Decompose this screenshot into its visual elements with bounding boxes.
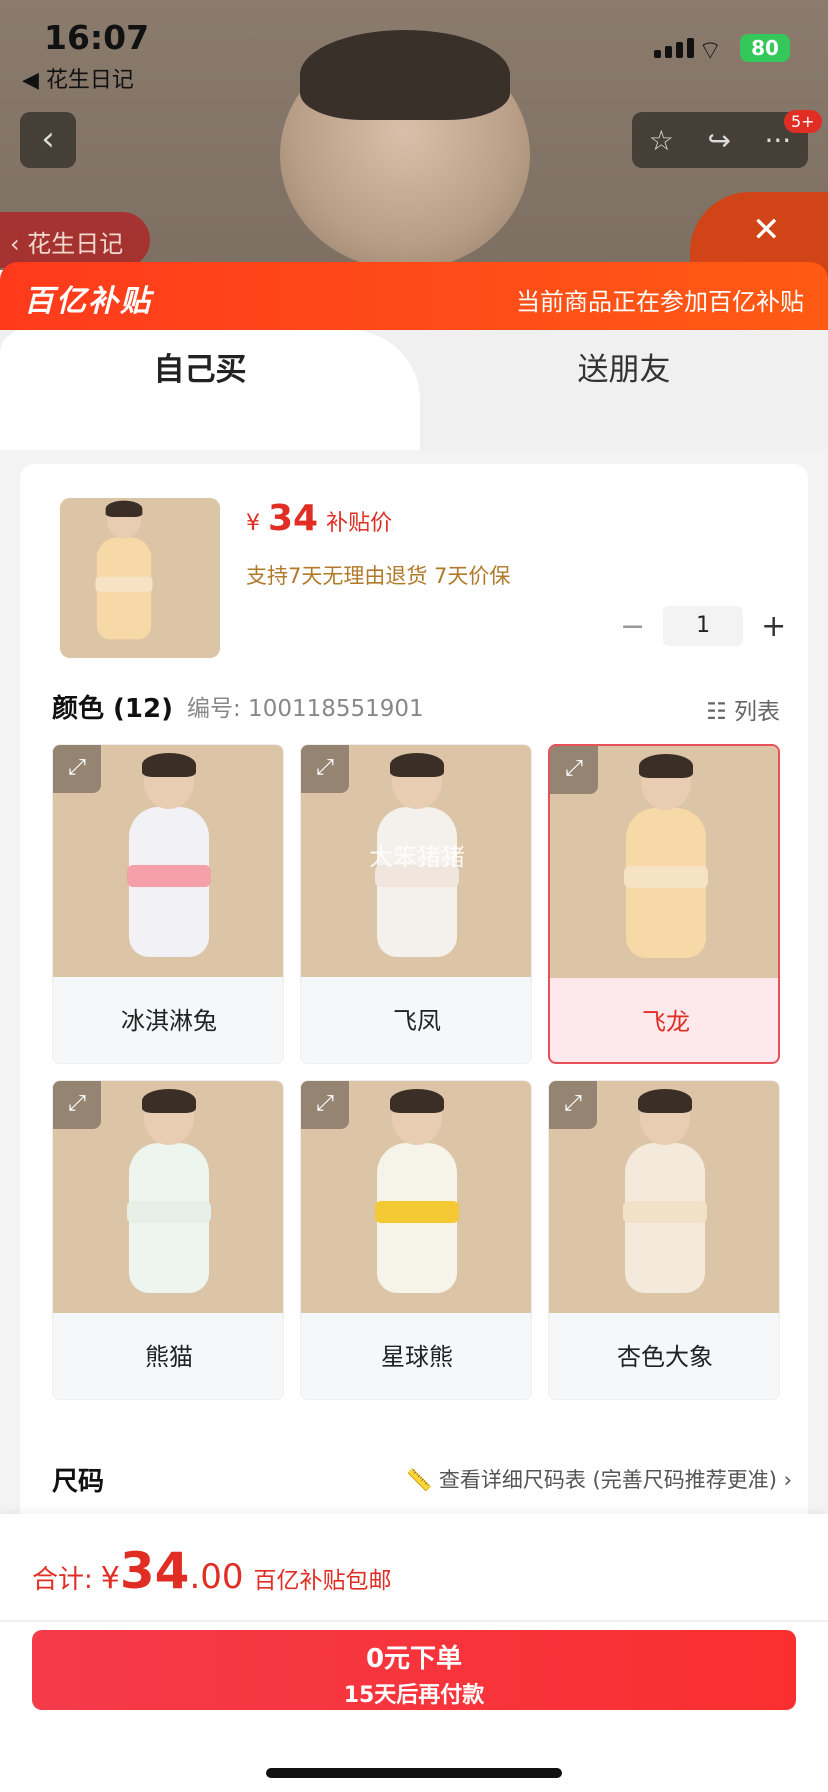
checkout-bar: 合计: ¥ 34 .00 百亿补贴包邮 0元下单 15天后再付款 [0,1514,828,1792]
size-chart-link[interactable]: 📏 查看详细尺码表 (完善尺码推荐更准) › [406,1464,792,1494]
quantity-stepper: − 1 + [620,606,786,646]
status-time: 16:07 [44,18,150,57]
subsidy-logo: 百亿补贴 [24,284,152,319]
color-option-image: ⤢ [550,746,778,978]
purchase-tabs: 自己买 送朋友 [0,330,828,460]
baby-figure [615,1089,715,1311]
color-option-image: ⤢ [53,1081,283,1313]
sku-sheet: ¥ 34 补贴价 支持7天无理由退货 7天价保 − 1 + 颜色 (12) 编号… [0,450,828,1564]
back-to-app-link[interactable]: ◀ 花生日记 [22,62,134,94]
place-order-button[interactable]: 0元下单 15天后再付款 [32,1630,796,1710]
subsidy-text: 当前商品正在参加百亿补贴 [516,288,804,316]
battery-icon: 80 [740,34,790,62]
list-icon: ☷ [706,699,727,725]
total-label: 合计: [32,1565,93,1595]
price-label: 补贴价 [326,511,393,536]
sku-card: ¥ 34 补贴价 支持7天无理由退货 7天价保 − 1 + 颜色 (12) 编号… [20,464,808,1564]
ruler-icon: 📏 [406,1468,433,1492]
baby-figure [119,1089,219,1311]
color-option-label: 熊猫 [145,1343,193,1371]
status-bar: 16:07 ◀ 花生日记 ⌔ 80 [0,0,828,100]
price-value: 34 [268,498,319,539]
color-grid: ⤢ 冰淇淋兔 大笨猪猪 ⤢ 飞凤 ⤢ 飞龙 ⤢ 熊猫 ⤢ 星球熊 ⤢ 杏色大象 [52,744,808,1404]
shop-tag-label: 花生日记 [27,230,124,258]
color-option-label: 飞龙 [642,1008,690,1036]
signal-icon [654,38,694,58]
price-currency: ¥ [246,511,260,536]
shop-tag[interactable]: ‹ 花生日记 [0,212,150,268]
size-section-header: 尺码 📏 查看详细尺码表 (完善尺码推荐更准) › [52,1454,792,1504]
cta-line-2: 15天后再付款 [343,1683,485,1708]
baby-figure [616,754,716,976]
chevron-right-icon: › [783,1468,792,1492]
color-option-image: ⤢ [301,1081,531,1313]
color-option-label: 飞凤 [393,1007,441,1035]
expand-icon[interactable]: ⤢ [550,746,598,794]
color-option[interactable]: 大笨猪猪 ⤢ 飞凤 [300,744,532,1064]
tab-gift-friend[interactable]: 送朋友 [420,330,828,410]
service-promise: 支持7天无理由退货 7天价保 [246,564,511,588]
tab-buy-self[interactable]: 自己买 [0,330,420,460]
star-icon[interactable]: ☆ [649,124,674,157]
product-thumbnail [60,498,220,658]
home-indicator [266,1768,562,1778]
divider [0,1620,828,1622]
decrease-button[interactable]: − [620,609,645,644]
size-section-title: 尺码 [52,1466,105,1497]
order-total: 合计: ¥ 34 .00 百亿补贴包邮 [32,1542,392,1600]
expand-icon[interactable]: ⤢ [53,745,101,793]
color-option[interactable]: ⤢ 冰淇淋兔 [52,744,284,1064]
color-option[interactable]: ⤢ 杏色大象 [548,1080,780,1400]
total-decimal: .00 [189,1557,244,1597]
expand-icon[interactable]: ⤢ [301,745,349,793]
color-option-label: 杏色大象 [617,1343,713,1371]
increase-button[interactable]: + [761,609,786,644]
message-badge: 5+ [784,110,822,133]
color-option-image: 大笨猪猪 ⤢ [301,745,531,977]
cta-line-1: 0元下单 [365,1644,463,1674]
total-currency: ¥ [100,1561,120,1596]
color-option[interactable]: ⤢ 熊猫 [52,1080,284,1400]
nav-actions: ☆ ↪ ··· [632,112,808,168]
share-icon[interactable]: ↪ [707,124,730,157]
expand-icon[interactable]: ⤢ [53,1081,101,1129]
color-option[interactable]: ⤢ 星球熊 [300,1080,532,1400]
price-row: ¥ 34 补贴价 [246,498,392,539]
list-view-label: 列表 [734,699,780,725]
list-view-button[interactable]: ☷ 列表 [706,692,780,726]
color-option-label: 冰淇淋兔 [121,1007,217,1035]
expand-icon[interactable]: ⤢ [301,1081,349,1129]
shipping-note: 百亿补贴包邮 [253,1568,392,1594]
color-section-header: 颜色 (12) 编号: 100118551901 ☷ 列表 [52,686,792,726]
size-chart-label: 查看详细尺码表 (完善尺码推荐更准) [438,1468,777,1492]
back-button[interactable]: ‹ [20,112,76,168]
color-option-image: ⤢ [549,1081,779,1313]
color-option[interactable]: ⤢ 飞龙 [548,744,780,1064]
color-section-title: 颜色 (12) [52,693,173,724]
color-option-label: 星球熊 [381,1343,453,1371]
close-icon[interactable]: ✕ [752,210,781,250]
baby-figure [367,1089,467,1311]
expand-icon[interactable]: ⤢ [549,1081,597,1129]
total-integer: 34 [119,1542,190,1600]
watermark-text: 大笨猪猪 [369,843,465,871]
product-code: 编号: 100118551901 [187,696,424,722]
color-option-image: ⤢ [53,745,283,977]
wifi-icon: ⌔ [698,36,723,66]
baby-figure [119,753,219,975]
quantity-value[interactable]: 1 [663,606,744,646]
